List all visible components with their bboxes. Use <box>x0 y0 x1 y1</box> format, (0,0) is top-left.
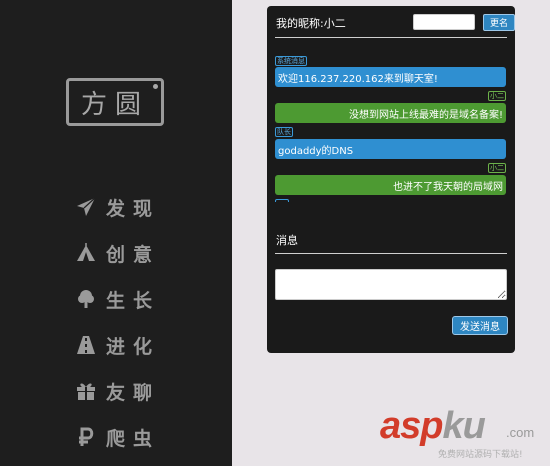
nav-label: 友聊 <box>106 381 161 404</box>
nav-item-discover[interactable]: 发现 <box>76 194 160 220</box>
watermark-brand: aspku <box>380 405 486 448</box>
send-message-button[interactable]: 发送消息 <box>452 316 508 335</box>
logo[interactable]: 方圆 <box>66 78 164 126</box>
nav-item-crawler[interactable]: 爬虫 <box>76 424 160 450</box>
nickname-label: 我的昵称:小二 <box>276 17 346 30</box>
message-sender: 系统消息 <box>275 56 307 66</box>
gift-icon <box>76 381 96 401</box>
ruble-icon <box>76 427 96 447</box>
nickname-input[interactable] <box>413 14 475 30</box>
header-divider <box>275 37 507 38</box>
chat-panel: 我的昵称:小二 更名 系统消息 欢迎116.237.220.162来到聊天室! … <box>267 6 515 353</box>
rename-button[interactable]: 更名 <box>483 14 515 31</box>
road-icon <box>76 335 96 355</box>
message-bubble: godaddy的DNS <box>275 139 506 159</box>
nickname-row: 我的昵称:小二 更名 <box>275 14 515 32</box>
nav-item-creative[interactable]: 创意 <box>76 240 160 266</box>
message-sender: 小二 <box>488 163 506 173</box>
nav-label: 发现 <box>106 197 161 220</box>
message-sender-partial <box>275 199 289 202</box>
logo-dot <box>153 84 158 89</box>
watermark-brand-gray: ku <box>442 405 485 447</box>
watermark: aspku .com 免费网站源码下载站! <box>380 405 546 465</box>
message-list[interactable]: 系统消息 欢迎116.237.220.162来到聊天室! 小二 没想到网站上线最… <box>275 56 507 202</box>
nav-item-evolve[interactable]: 进化 <box>76 332 160 358</box>
message-input[interactable] <box>275 269 507 300</box>
message-sender: 队长 <box>275 127 293 137</box>
tent-icon <box>76 243 96 263</box>
sidebar: 方圆 发现 创意 生长 进化 友聊 爬虫 <box>0 0 232 466</box>
nav-label: 创意 <box>106 243 161 266</box>
watermark-tagline: 免费网站源码下载站! <box>438 450 523 460</box>
tree-icon <box>76 289 96 309</box>
watermark-domain: .com <box>506 425 535 440</box>
nav-label: 进化 <box>106 335 161 358</box>
message-bubble: 欢迎116.237.220.162来到聊天室! <box>275 67 506 87</box>
message-bubble: 没想到网站上线最难的是域名备案! <box>275 103 506 123</box>
paper-plane-icon <box>76 197 96 217</box>
message-divider <box>275 253 507 254</box>
nav-label: 爬虫 <box>106 427 161 450</box>
nav-item-chat[interactable]: 友聊 <box>76 378 160 404</box>
logo-text: 方圆 <box>80 89 149 120</box>
message-heading: 消息 <box>276 234 298 247</box>
watermark-brand-red: asp <box>380 405 443 447</box>
nav-label: 生长 <box>106 289 161 312</box>
message-bubble: 也进不了我天朝的局域网 <box>275 175 506 195</box>
nav-item-grow[interactable]: 生长 <box>76 286 160 312</box>
message-sender: 小二 <box>488 91 506 101</box>
